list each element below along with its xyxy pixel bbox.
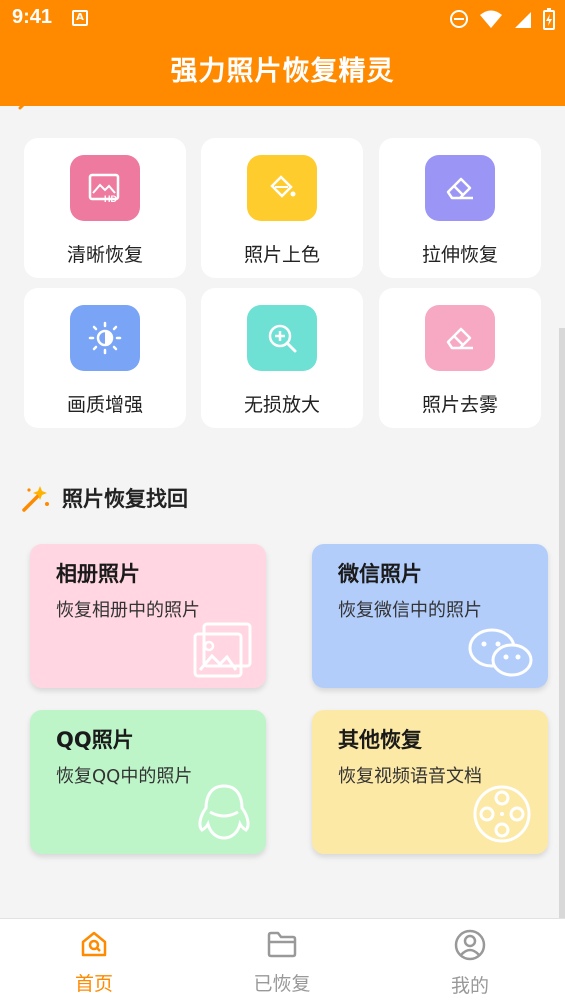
tool-label: 清晰恢复 [66,244,143,266]
battery-icon [543,8,555,30]
status-icons [449,8,555,30]
app-title: 强力照片恢复精灵 [170,56,395,87]
card-subtitle: 恢复微信中的照片 [338,600,482,621]
tool-stretch-restore[interactable]: 拉伸恢复 [379,138,541,278]
main-content[interactable]: HD 清晰恢复 照片上色 拉伸恢复 画质增强 无损放大 照片去雾 照片恢复找回 … [0,106,565,918]
card-title: 微信照片 [338,562,422,586]
app-bar: 强力照片恢复精灵 [0,38,565,106]
status-time: 9:41 [12,6,53,28]
card-subtitle: 恢复相册中的照片 [56,600,200,621]
tool-label: 画质增强 [66,394,143,416]
signal-icon [515,12,531,28]
tool-icon-tile [425,305,495,371]
card-subtitle: 恢复QQ中的照片 [56,766,193,787]
notification-a-icon: A [72,10,88,26]
tool-label: 照片去雾 [421,394,498,416]
zoom-in-icon [268,324,297,353]
eraser-icon [446,327,473,350]
nav-label: 已恢复 [253,973,311,995]
status-bar: 9:41 A [0,0,565,38]
tool-colorize[interactable]: 照片上色 [201,138,363,278]
nav-item-home[interactable]: 首页 [34,929,154,996]
wifi-icon [480,10,502,28]
nav-label: 首页 [74,973,113,995]
card-wechat-photos[interactable]: 微信照片 恢复微信中的照片 [312,544,548,688]
tool-icon-tile: HD [70,155,140,221]
paint-bucket-icon [270,175,296,198]
tool-dehaze[interactable]: 照片去雾 [379,288,541,428]
scrollbar[interactable] [559,328,565,918]
tool-label: 照片上色 [243,244,320,266]
gallery-icon [193,622,252,678]
wechat-icon [468,628,533,677]
card-subtitle: 恢复视频语音文档 [338,766,482,787]
card-qq-photos[interactable]: QQ照片 恢复QQ中的照片 [30,710,266,854]
qq-icon [198,784,250,840]
card-title: 相册照片 [56,562,140,586]
tool-icon-tile [247,155,317,221]
brightness-icon [88,321,122,355]
tool-lossless-enlarge[interactable]: 无损放大 [201,288,363,428]
svg-text:HD: HD [104,194,117,203]
card-album-photos[interactable]: 相册照片 恢复相册中的照片 [30,544,266,688]
tool-icon-tile [247,305,317,371]
magic-wand-icon [22,486,49,512]
card-other-recovery[interactable]: 其他恢复 恢复视频语音文档 [312,710,548,854]
tool-label: 无损放大 [243,394,320,416]
do-not-disturb-icon [450,10,468,28]
tool-label: 拉伸恢复 [421,244,498,266]
tool-icon-tile [70,305,140,371]
user-icon [454,929,486,961]
hd-image-icon: HD [88,173,120,203]
nav-label: 我的 [450,975,489,997]
film-reel-icon [473,785,531,843]
home-icon [81,931,107,957]
card-title: 其他恢复 [338,728,422,752]
tool-clear-restore[interactable]: HD 清晰恢复 [24,138,186,278]
section-header: 照片恢复找回 [20,482,188,514]
tool-quality-enhance[interactable]: 画质增强 [24,288,186,428]
section-title: 照片恢复找回 [62,487,188,511]
bottom-nav: 首页 已恢复 我的 [0,918,565,1004]
card-title: QQ照片 [56,728,134,752]
nav-item-recovered[interactable]: 已恢复 [222,929,342,996]
tool-icon-tile [425,155,495,221]
sparkle-icon-partial [18,106,25,110]
nav-item-mine[interactable]: 我的 [410,929,530,998]
folder-icon [267,931,297,958]
eraser-icon [446,177,473,200]
